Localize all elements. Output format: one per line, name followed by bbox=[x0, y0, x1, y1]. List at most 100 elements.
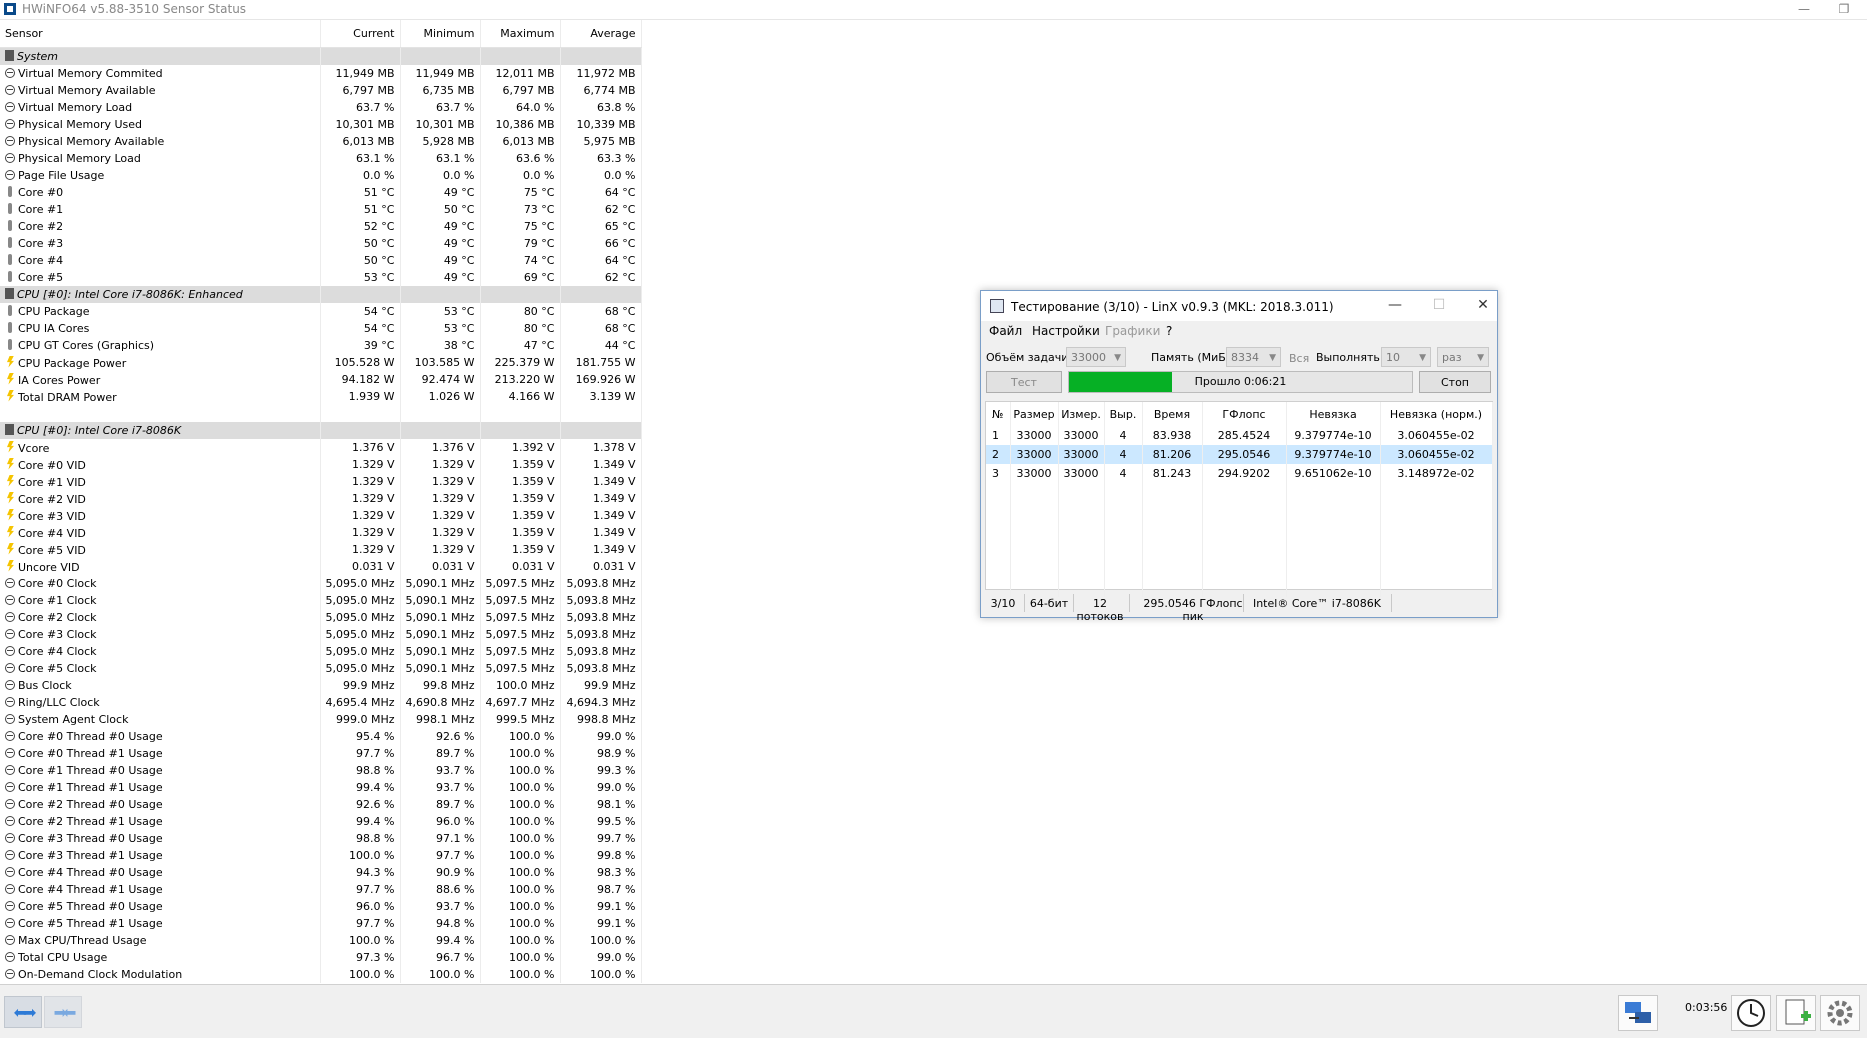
sensor-row[interactable]: Core #4 Clock 5,095.0 MHz 5,090.1 MHz 5,097… bbox=[0, 643, 642, 660]
results-col-header[interactable]: Невязка (норм.) bbox=[1380, 402, 1493, 426]
sensor-group-row[interactable]: CPU [#0]: Intel Core i7-8086K: Enhanced bbox=[0, 286, 642, 303]
run-unit-combo[interactable]: раз ▼ bbox=[1437, 347, 1489, 367]
sensor-minimum-value: 99.8 MHz bbox=[400, 677, 481, 694]
sensor-row[interactable]: Virtual Memory Commited 11,949 MB 11,949 M… bbox=[0, 65, 642, 82]
linx-minimize-button[interactable]: — bbox=[1383, 297, 1407, 313]
memory-combo[interactable]: 8334 ▼ bbox=[1226, 347, 1281, 367]
col-minimum-header[interactable]: Minimum bbox=[400, 20, 481, 48]
sensor-row[interactable]: CPU Package 54 °C 53 °C 80 °C 68 °C bbox=[0, 303, 642, 320]
sensor-row[interactable]: On-Demand Clock Modulation 100.0 % 100.0 %… bbox=[0, 966, 642, 983]
sensor-row[interactable]: Core #5 Thread #1 Usage 97.7 % 94.8 % 100.0… bbox=[0, 915, 642, 932]
sensor-row[interactable]: Bus Clock 99.9 MHz 99.8 MHz 100.0 MHz 99.9 M… bbox=[0, 677, 642, 694]
add-report-icon[interactable] bbox=[1776, 995, 1816, 1031]
results-col-header[interactable]: Время bbox=[1142, 402, 1203, 426]
nav-back-forward-icon[interactable]: ⬅➡ bbox=[4, 996, 42, 1028]
results-row[interactable]: 2 33000 33000 4 81.206 295.0546 9.379774e-10 3.… bbox=[986, 445, 1493, 464]
sensor-maximum-value: 80 °C bbox=[480, 303, 561, 320]
sensor-row[interactable]: CPU GT Cores (Graphics) 39 °C 38 °C 47 °C 44… bbox=[0, 337, 642, 354]
sensor-row[interactable]: Core #5 53 °C 49 °C 69 °C 62 °C bbox=[0, 269, 642, 286]
col-average-header[interactable]: Average bbox=[560, 20, 642, 48]
settings-icon[interactable] bbox=[1820, 995, 1860, 1031]
results-cell: 4 bbox=[1104, 464, 1143, 483]
sensor-row[interactable]: CPU IA Cores 54 °C 53 °C 80 °C 68 °C bbox=[0, 320, 642, 337]
restore-button[interactable]: ❐ bbox=[1831, 1, 1857, 17]
col-maximum-header[interactable]: Maximum bbox=[480, 20, 561, 48]
sensor-row[interactable]: Physical Memory Load 63.1 % 63.1 % 63.6 % 63… bbox=[0, 150, 642, 167]
sensor-row[interactable]: Max CPU/Thread Usage 100.0 % 99.4 % 100.0 %… bbox=[0, 932, 642, 949]
sensor-row[interactable]: Total CPU Usage 97.3 % 96.7 % 100.0 % 99.0 % bbox=[0, 949, 642, 966]
sensor-row[interactable]: Page File Usage 0.0 % 0.0 % 0.0 % 0.0 % bbox=[0, 167, 642, 184]
run-count-combo[interactable]: 10 ▼ bbox=[1381, 347, 1431, 367]
sensor-row[interactable]: Core #1 51 °C 50 °C 73 °C 62 °C bbox=[0, 201, 642, 218]
sensor-row[interactable]: Core #2 Thread #1 Usage 99.4 % 96.0 % 100.0… bbox=[0, 813, 642, 830]
stop-button[interactable]: Стоп bbox=[1419, 371, 1491, 393]
results-row[interactable]: 1 33000 33000 4 83.938 285.4524 9.379774e-10 3.… bbox=[986, 426, 1493, 445]
sensor-row[interactable]: Core #1 Clock 5,095.0 MHz 5,090.1 MHz 5,097… bbox=[0, 592, 642, 609]
sensor-row[interactable]: Core #2 VID 1.329 V 1.329 V 1.359 V 1.349 V bbox=[0, 490, 642, 507]
sensor-row[interactable]: Core #0 Thread #0 Usage 95.4 % 92.6 % 100.0… bbox=[0, 728, 642, 745]
sensor-row[interactable]: Core #0 Thread #1 Usage 97.7 % 89.7 % 100.0… bbox=[0, 745, 642, 762]
sensor-row[interactable]: Core #2 52 °C 49 °C 75 °C 65 °C bbox=[0, 218, 642, 235]
col-sensor-header[interactable]: Sensor bbox=[0, 20, 321, 48]
lightning-icon bbox=[7, 491, 14, 504]
sensor-row[interactable]: Vcore 1.376 V 1.376 V 1.392 V 1.378 V bbox=[0, 439, 642, 456]
linx-close-button[interactable]: ✕ bbox=[1471, 297, 1495, 313]
sensor-row[interactable]: Core #1 VID 1.329 V 1.329 V 1.359 V 1.349 V bbox=[0, 473, 642, 490]
sensor-row[interactable]: Virtual Memory Load 63.7 % 63.7 % 64.0 % 63.… bbox=[0, 99, 642, 116]
linx-maximize-button[interactable]: ☐ bbox=[1427, 297, 1451, 313]
sensor-row[interactable]: CPU Package Power 105.528 W 103.585 W 225.3… bbox=[0, 354, 642, 371]
results-col-header[interactable]: Размер bbox=[1010, 402, 1059, 426]
clock-icon[interactable] bbox=[1731, 995, 1771, 1031]
all-memory-label[interactable]: Вся bbox=[1289, 352, 1309, 365]
results-col-header[interactable]: № bbox=[986, 402, 1011, 426]
sensor-row[interactable]: Core #3 VID 1.329 V 1.329 V 1.359 V 1.349 V bbox=[0, 507, 642, 524]
sensor-row[interactable]: Core #0 51 °C 49 °C 75 °C 64 °C bbox=[0, 184, 642, 201]
sensor-row[interactable]: Core #5 Thread #0 Usage 96.0 % 93.7 % 100.0… bbox=[0, 898, 642, 915]
minimize-button[interactable]: — bbox=[1791, 1, 1817, 17]
sensor-row[interactable]: Physical Memory Available 6,013 MB 5,928 M… bbox=[0, 133, 642, 150]
sensor-row[interactable]: Core #2 Clock 5,095.0 MHz 5,090.1 MHz 5,097… bbox=[0, 609, 642, 626]
results-row[interactable]: 3 33000 33000 4 81.243 294.9202 9.651062e-10 3.… bbox=[986, 464, 1493, 483]
sensor-row[interactable]: Core #2 Thread #0 Usage 92.6 % 89.7 % 100.0… bbox=[0, 796, 642, 813]
sensor-row[interactable]: Core #3 Thread #0 Usage 98.8 % 97.1 % 100.0… bbox=[0, 830, 642, 847]
task-size-combo[interactable]: 33000 ▼ bbox=[1066, 347, 1126, 367]
menu-graphs[interactable]: Графики bbox=[1105, 324, 1160, 338]
sensor-row[interactable]: Core #4 Thread #0 Usage 94.3 % 90.9 % 100.0… bbox=[0, 864, 642, 881]
sensor-row[interactable]: Core #5 Clock 5,095.0 MHz 5,090.1 MHz 5,097… bbox=[0, 660, 642, 677]
sensor-row[interactable]: Uncore VID 0.031 V 0.031 V 0.031 V 0.031 V bbox=[0, 558, 642, 575]
sensor-row[interactable]: Total DRAM Power 1.939 W 1.026 W 4.166 W 3.1… bbox=[0, 388, 642, 405]
sensor-row[interactable]: IA Cores Power 94.182 W 92.474 W 213.220 W1… bbox=[0, 371, 642, 388]
menu-settings[interactable]: Настройки bbox=[1032, 324, 1100, 338]
sensor-row[interactable]: Core #4 50 °C 49 °C 74 °C 64 °C bbox=[0, 252, 642, 269]
sensor-row[interactable]: Virtual Memory Available 6,797 MB 6,735 MB… bbox=[0, 82, 642, 99]
sensor-current-value: 96.0 % bbox=[320, 898, 401, 915]
sensor-row[interactable]: Core #0 Clock 5,095.0 MHz 5,090.1 MHz 5,097… bbox=[0, 575, 642, 592]
col-current-header[interactable]: Current bbox=[320, 20, 401, 48]
sensor-row[interactable]: System Agent Clock 999.0 MHz 998.1 MHz 999.… bbox=[0, 711, 642, 728]
empty-cell bbox=[1142, 559, 1203, 578]
sensor-row[interactable]: Core #3 Thread #1 Usage 100.0 % 97.7 % 100.… bbox=[0, 847, 642, 864]
nav-forward-back-icon[interactable]: ➡⬅ bbox=[44, 996, 82, 1028]
sensor-row[interactable]: Core #3 50 °C 49 °C 79 °C 66 °C bbox=[0, 235, 642, 252]
test-button[interactable]: Тест bbox=[986, 371, 1062, 393]
sensor-row[interactable]: Core #3 Clock 5,095.0 MHz 5,090.1 MHz 5,097… bbox=[0, 626, 642, 643]
menu-help[interactable]: ? bbox=[1166, 324, 1172, 338]
menu-file[interactable]: Файл bbox=[989, 324, 1022, 338]
results-col-header[interactable]: ГФлопс bbox=[1202, 402, 1287, 426]
sensor-row[interactable]: Core #0 VID 1.329 V 1.329 V 1.359 V 1.349 V bbox=[0, 456, 642, 473]
sensor-group-row[interactable]: System bbox=[0, 47, 642, 65]
results-col-header[interactable]: Невязка bbox=[1286, 402, 1381, 426]
sensor-maximum-value: 64.0 % bbox=[480, 99, 561, 116]
sensor-group-row[interactable]: CPU [#0]: Intel Core i7-8086K bbox=[0, 422, 642, 439]
sensor-row[interactable]: Core #4 VID 1.329 V 1.329 V 1.359 V 1.349 V bbox=[0, 524, 642, 541]
network-icon[interactable] bbox=[1618, 995, 1658, 1031]
results-col-header[interactable]: Выр. bbox=[1104, 402, 1143, 426]
sensor-row[interactable]: Core #1 Thread #0 Usage 98.8 % 93.7 % 100.0… bbox=[0, 762, 642, 779]
sensor-row[interactable]: Ring/LLC Clock 4,695.4 MHz 4,690.8 MHz 4,69… bbox=[0, 694, 642, 711]
sensor-row[interactable]: Core #5 VID 1.329 V 1.329 V 1.359 V 1.349 V bbox=[0, 541, 642, 558]
sensor-row[interactable]: Core #4 Thread #1 Usage 97.7 % 88.6 % 100.0… bbox=[0, 881, 642, 898]
sensor-current-value: 99.4 % bbox=[320, 779, 401, 796]
sensor-row[interactable]: Physical Memory Used 10,301 MB 10,301 MB 10… bbox=[0, 116, 642, 133]
results-col-header[interactable]: Измер. bbox=[1058, 402, 1105, 426]
sensor-row[interactable]: Core #1 Thread #1 Usage 99.4 % 93.7 % 100.0… bbox=[0, 779, 642, 796]
